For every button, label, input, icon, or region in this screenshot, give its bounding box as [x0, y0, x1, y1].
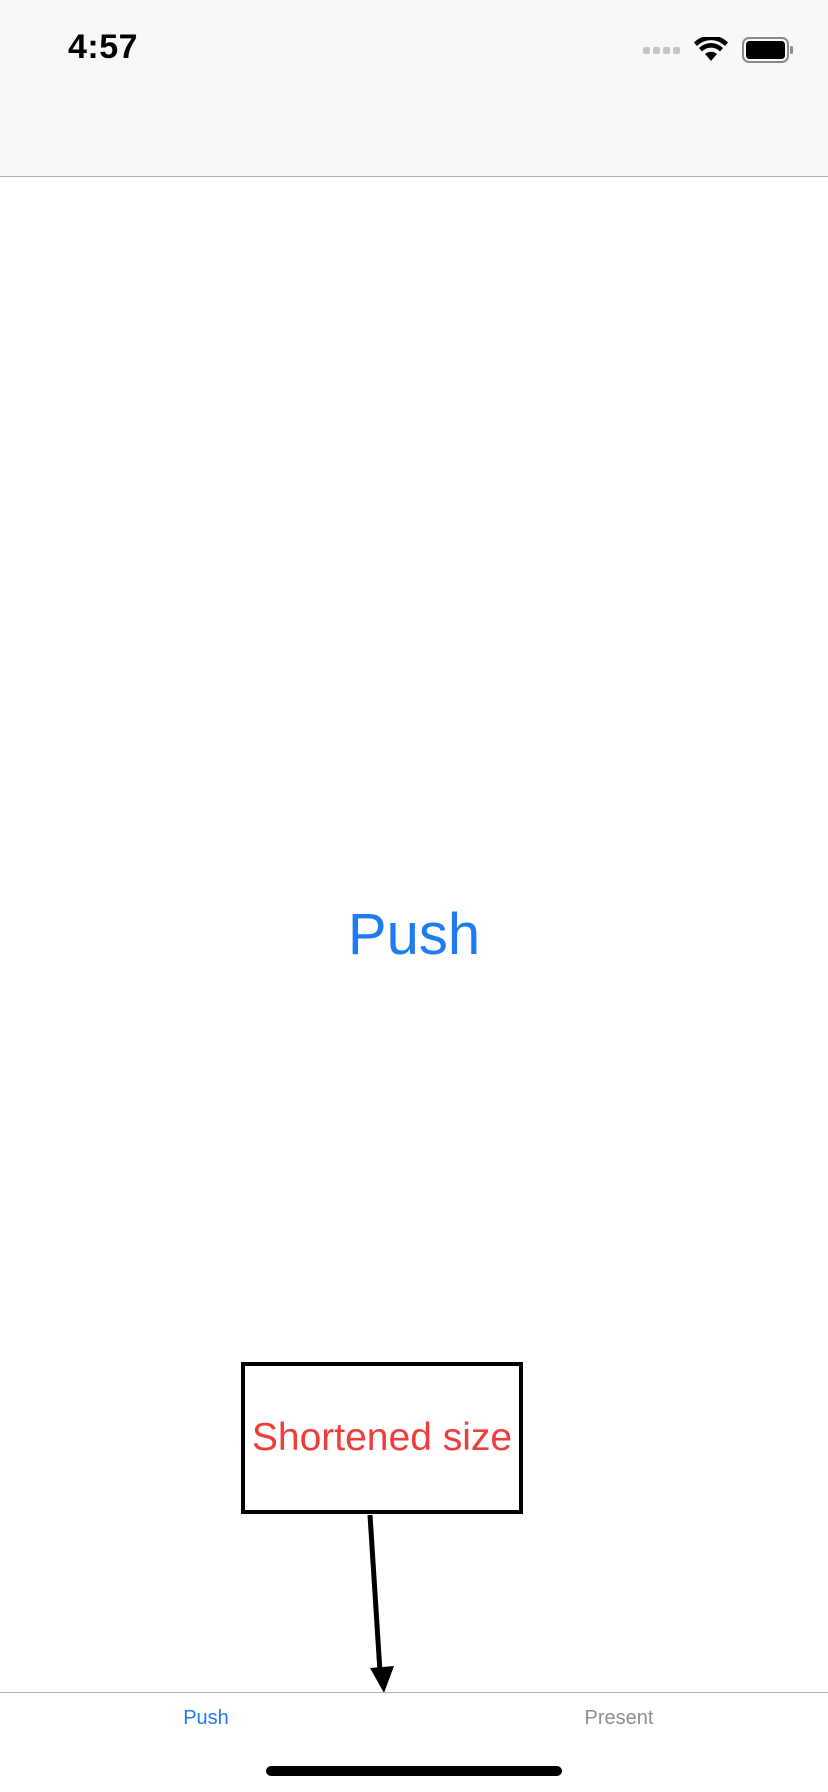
navigation-bar: 4:57 [0, 0, 828, 177]
app-screen: 4:57 Push Shortened size Push Present [0, 0, 828, 1792]
home-indicator[interactable] [266, 1766, 562, 1776]
cellular-signal-icon [643, 46, 680, 54]
status-icons [643, 32, 794, 68]
tab-bar: Push Present [0, 1692, 828, 1792]
annotation-box: Shortened size [241, 1362, 523, 1514]
annotation-label: Shortened size [251, 1416, 513, 1459]
status-time: 4:57 [68, 28, 139, 66]
push-button[interactable]: Push [0, 895, 828, 975]
tab-push[interactable]: Push [106, 1707, 306, 1730]
wifi-icon [694, 37, 728, 63]
battery-icon [742, 37, 794, 63]
tab-present[interactable]: Present [519, 1707, 719, 1730]
